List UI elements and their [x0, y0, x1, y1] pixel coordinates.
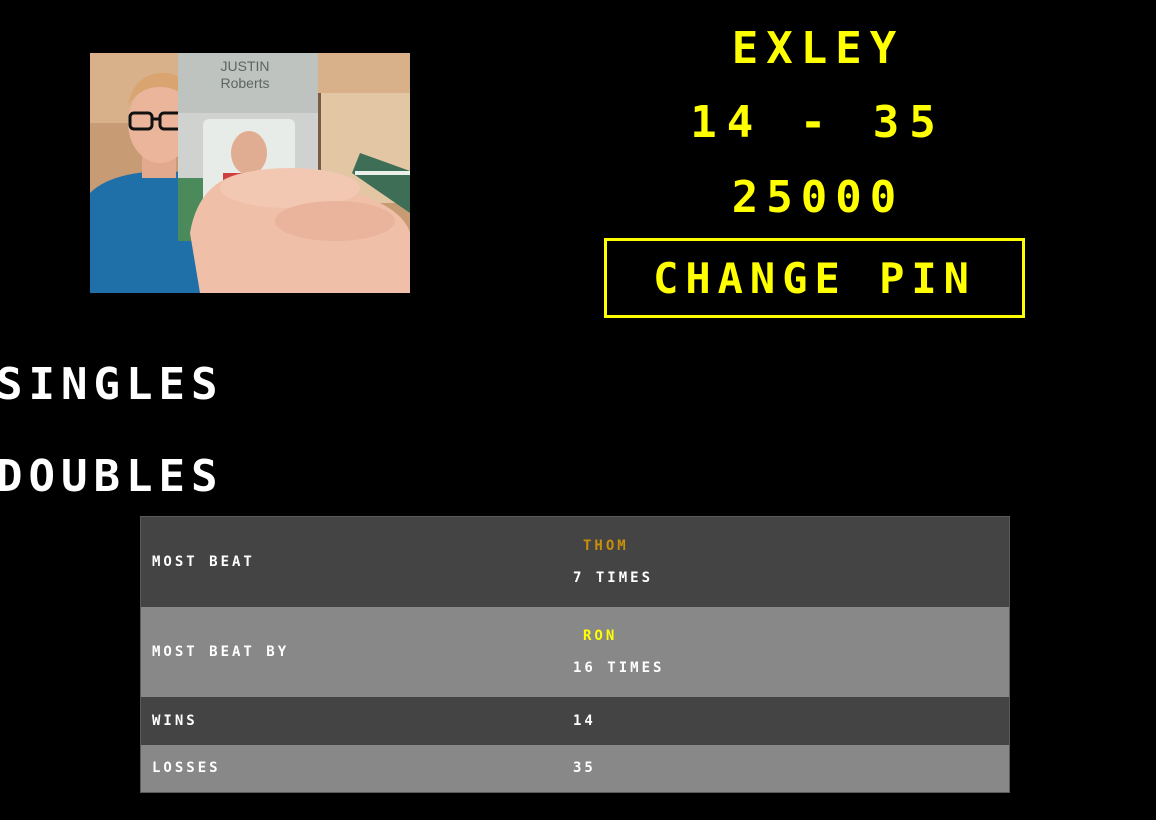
stats-row-losses: LOSSES 35: [140, 744, 1010, 793]
singles-mode-link[interactable]: SINGLES: [0, 360, 223, 410]
most-beat-by-label: MOST BEAT BY: [152, 643, 290, 660]
player-rating: 25000: [731, 172, 905, 223]
player-photo: JUSTIN Roberts: [90, 53, 410, 293]
losses-label: LOSSES: [152, 760, 221, 777]
stats-row-wins: WINS 14: [140, 696, 1010, 745]
stats-table: MOST BEAT THOM 7 TIMES MOST BEAT BY RON …: [140, 516, 1010, 793]
most-beat-by-times: 16 TIMES: [573, 659, 665, 676]
profile-screen: JUSTIN Roberts EXLEY 14 - 35 25000 CHANG…: [0, 0, 1156, 820]
most-beat-by-value: RON 16 TIMES: [562, 607, 1010, 697]
most-beat-label: MOST BEAT: [152, 553, 255, 570]
badge-first-name: JUSTIN: [221, 58, 270, 74]
losses-value: 35: [573, 760, 596, 777]
wins-value: 14: [573, 712, 596, 729]
most-beat-by-opponent[interactable]: RON: [583, 628, 1009, 644]
change-pin-button[interactable]: CHANGE PIN: [604, 238, 1025, 318]
stats-row-most-beat: MOST BEAT THOM 7 TIMES: [140, 516, 1010, 607]
wins-label: WINS: [152, 712, 198, 729]
win-loss-record: 14 - 35: [690, 97, 946, 148]
most-beat-opponent[interactable]: THOM: [583, 538, 1009, 554]
doubles-mode-link[interactable]: DOUBLES: [0, 452, 223, 502]
stats-row-most-beat-by: MOST BEAT BY RON 16 TIMES: [140, 606, 1010, 697]
badge-last-name: Roberts: [220, 75, 269, 91]
most-beat-times: 7 TIMES: [573, 569, 654, 586]
most-beat-value: THOM 7 TIMES: [562, 517, 1010, 607]
player-name: EXLEY: [731, 23, 905, 74]
